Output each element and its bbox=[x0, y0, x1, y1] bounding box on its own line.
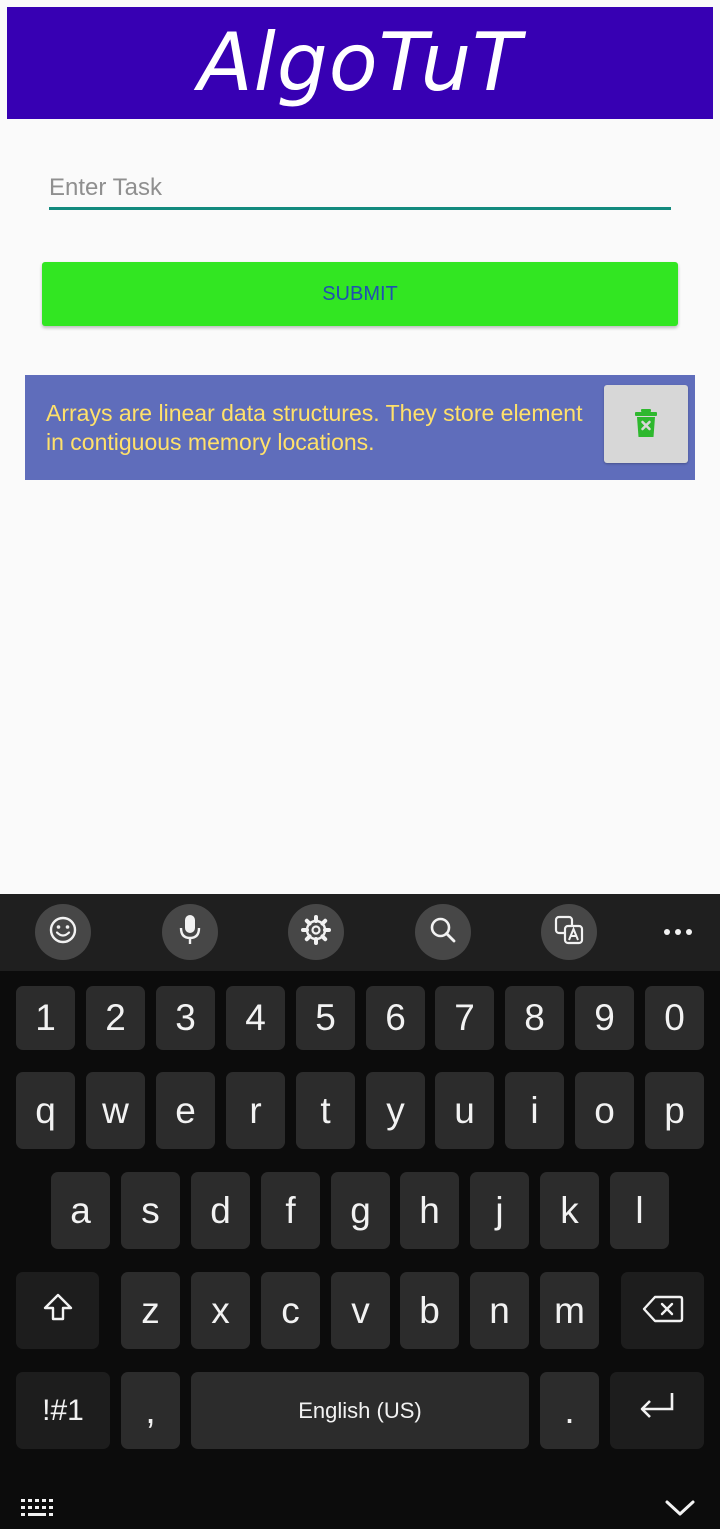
app-title: AlgoTuT bbox=[197, 16, 523, 109]
key-i[interactable]: i bbox=[505, 1072, 564, 1149]
comma-key[interactable]: , bbox=[121, 1372, 180, 1449]
key-o[interactable]: o bbox=[575, 1072, 634, 1149]
shift-key[interactable] bbox=[16, 1272, 99, 1349]
enter-icon bbox=[636, 1389, 678, 1432]
key-r[interactable]: r bbox=[226, 1072, 285, 1149]
key-8[interactable]: 8 bbox=[505, 986, 564, 1050]
key-m[interactable]: m bbox=[540, 1272, 599, 1349]
key-1[interactable]: 1 bbox=[16, 986, 75, 1050]
key-k[interactable]: k bbox=[540, 1172, 599, 1249]
submit-button[interactable]: SUBMIT bbox=[42, 262, 678, 326]
search-icon bbox=[428, 915, 458, 950]
period-key[interactable]: . bbox=[540, 1372, 599, 1449]
key-f[interactable]: f bbox=[261, 1172, 320, 1249]
key-u[interactable]: u bbox=[435, 1072, 494, 1149]
key-4[interactable]: 4 bbox=[226, 986, 285, 1050]
key-v[interactable]: v bbox=[331, 1272, 390, 1349]
voice-input-button[interactable] bbox=[162, 904, 218, 960]
key-s[interactable]: s bbox=[121, 1172, 180, 1249]
key-t[interactable]: t bbox=[296, 1072, 355, 1149]
key-c[interactable]: c bbox=[261, 1272, 320, 1349]
emoji-icon bbox=[48, 915, 78, 950]
key-q[interactable]: q bbox=[16, 1072, 75, 1149]
more-icon bbox=[663, 923, 693, 941]
key-y[interactable]: y bbox=[366, 1072, 425, 1149]
keyboard-switch-button[interactable] bbox=[20, 1498, 60, 1522]
translate-icon bbox=[553, 914, 585, 951]
task-card: Arrays are linear data structures. They … bbox=[25, 375, 695, 480]
space-key[interactable]: English (US) bbox=[191, 1372, 529, 1449]
key-g[interactable]: g bbox=[331, 1172, 390, 1249]
task-text: Arrays are linear data structures. They … bbox=[46, 400, 583, 455]
key-p[interactable]: p bbox=[645, 1072, 704, 1149]
key-3[interactable]: 3 bbox=[156, 986, 215, 1050]
key-b[interactable]: b bbox=[400, 1272, 459, 1349]
task-input[interactable] bbox=[49, 168, 671, 210]
key-n[interactable]: n bbox=[470, 1272, 529, 1349]
key-9[interactable]: 9 bbox=[575, 986, 634, 1050]
translate-button[interactable] bbox=[541, 904, 597, 960]
key-2[interactable]: 2 bbox=[86, 986, 145, 1050]
backspace-key[interactable] bbox=[621, 1272, 704, 1349]
key-6[interactable]: 6 bbox=[366, 986, 425, 1050]
microphone-icon bbox=[175, 913, 205, 952]
key-e[interactable]: e bbox=[156, 1072, 215, 1149]
app-header: AlgoTuT bbox=[7, 7, 713, 119]
key-j[interactable]: j bbox=[470, 1172, 529, 1249]
symbols-key[interactable]: !#1 bbox=[16, 1372, 110, 1449]
keyboard-grid-icon bbox=[20, 1499, 58, 1524]
key-l[interactable]: l bbox=[610, 1172, 669, 1249]
key-5[interactable]: 5 bbox=[296, 986, 355, 1050]
key-w[interactable]: w bbox=[86, 1072, 145, 1149]
backspace-icon bbox=[642, 1290, 684, 1332]
enter-key[interactable] bbox=[610, 1372, 704, 1449]
keyboard: 1 2 3 4 5 6 7 8 9 0 q w e r t y u i o p … bbox=[0, 894, 720, 1529]
gear-icon bbox=[300, 914, 332, 951]
keyboard-toolbar bbox=[0, 894, 720, 971]
settings-button[interactable] bbox=[288, 904, 344, 960]
trash-icon bbox=[634, 408, 658, 440]
shift-icon bbox=[42, 1290, 74, 1332]
more-options-button[interactable] bbox=[650, 904, 706, 960]
key-0[interactable]: 0 bbox=[645, 986, 704, 1050]
key-7[interactable]: 7 bbox=[435, 986, 494, 1050]
search-button[interactable] bbox=[415, 904, 471, 960]
key-a[interactable]: a bbox=[51, 1172, 110, 1249]
key-d[interactable]: d bbox=[191, 1172, 250, 1249]
delete-task-button[interactable] bbox=[604, 385, 688, 463]
emoji-button[interactable] bbox=[35, 904, 91, 960]
key-h[interactable]: h bbox=[400, 1172, 459, 1249]
key-z[interactable]: z bbox=[121, 1272, 180, 1349]
hide-keyboard-button[interactable] bbox=[664, 1498, 698, 1522]
chevron-down-icon bbox=[664, 1500, 696, 1522]
key-x[interactable]: x bbox=[191, 1272, 250, 1349]
